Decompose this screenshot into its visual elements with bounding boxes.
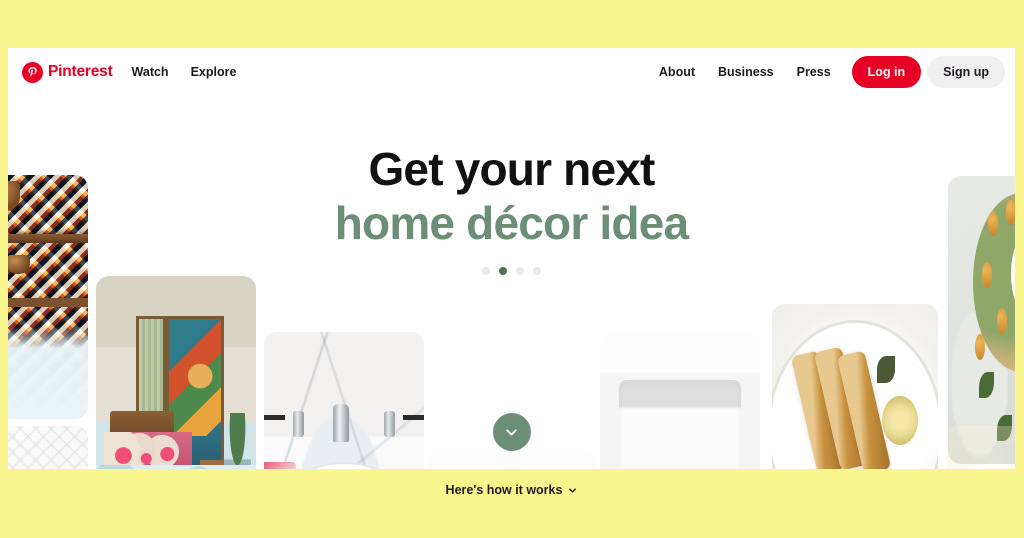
copper-pot-shape [8, 181, 20, 211]
tile-image-tiled-bathroom [8, 175, 88, 419]
pinterest-landing-page: Pinterest Watch Explore About Business P… [8, 48, 1015, 469]
nav-item-about[interactable]: About [648, 57, 706, 87]
charred-lemon-shape [881, 395, 919, 446]
tile-image-grilled-chicken [772, 304, 938, 469]
collage-tile-faded-pattern[interactable] [8, 426, 88, 469]
carousel-dot-2[interactable] [499, 267, 507, 275]
collage-tile-marble-sink[interactable] [264, 332, 424, 469]
chickpea-shape [1006, 199, 1015, 225]
tile-image-marble-sink [264, 332, 424, 469]
collage-tile-bedroom-mural[interactable] [96, 276, 256, 469]
nav-item-press[interactable]: Press [786, 57, 842, 87]
tile-image-chickpea-flatbread [948, 176, 1015, 464]
herb-leaf-shape [979, 371, 994, 398]
carousel-dot-1[interactable] [482, 267, 490, 275]
collage-tile-faded-cream[interactable] [946, 426, 1015, 469]
pinterest-wordmark: Pinterest [48, 63, 113, 80]
tile-image-faded-cream [946, 426, 1015, 469]
carousel-dots [8, 267, 1015, 275]
tile-image-faded-pattern [8, 426, 88, 469]
faucet-spout-shape [332, 404, 349, 442]
tile-image-faded-pale [428, 448, 596, 469]
carousel-dot-3[interactable] [516, 267, 524, 275]
marble-bar-left-shape [264, 414, 285, 420]
collage-tile-grilled-chicken[interactable] [772, 304, 938, 469]
hero-image-collage [8, 48, 1015, 469]
tile-image-bedroom-mural [96, 276, 256, 469]
scroll-down-button[interactable] [492, 413, 531, 451]
collage-tile-faded-pale[interactable] [428, 448, 596, 469]
carousel-dot-4[interactable] [533, 267, 541, 275]
faucet-handle-left-shape [292, 411, 304, 438]
collage-tile-minimal-white[interactable] [600, 333, 760, 469]
site-header: Pinterest Watch Explore About Business P… [8, 48, 1015, 96]
herb-garnish-shape [876, 356, 895, 384]
potted-plant-shape [224, 412, 252, 469]
pinterest-logo[interactable]: Pinterest [14, 58, 121, 87]
pillows-shape [104, 431, 192, 469]
header-left-group: Pinterest Watch Explore [8, 57, 247, 87]
nav-item-explore[interactable]: Explore [180, 57, 248, 87]
how-it-works-link[interactable]: Here's how it works [446, 483, 579, 497]
signup-button[interactable]: Sign up [927, 56, 1005, 88]
chevron-down-icon [503, 424, 520, 441]
how-it-works-label: Here's how it works [445, 483, 563, 497]
marble-bar-right-shape [403, 414, 424, 420]
collage-tile-chickpea-flatbread[interactable] [948, 176, 1015, 464]
login-button[interactable]: Log in [851, 56, 922, 88]
browser-viewport: Pinterest Watch Explore About Business P… [0, 0, 1024, 538]
sink-basin-shape [278, 461, 410, 469]
header-right-group: About Business Press Log in Sign up [648, 56, 1015, 88]
chevron-down-icon [567, 485, 578, 496]
page-footer: Here's how it works [0, 469, 1024, 538]
pinterest-p-icon [22, 61, 43, 83]
nav-item-watch[interactable]: Watch [121, 57, 180, 87]
nav-item-business[interactable]: Business [707, 57, 785, 87]
faucet-handle-right-shape [384, 411, 396, 438]
collage-tile-tiled-bathroom[interactable] [8, 175, 88, 419]
pink-accent-shape [264, 461, 296, 469]
chickpea-shape [974, 334, 985, 361]
tile-image-minimal-white [600, 333, 760, 469]
